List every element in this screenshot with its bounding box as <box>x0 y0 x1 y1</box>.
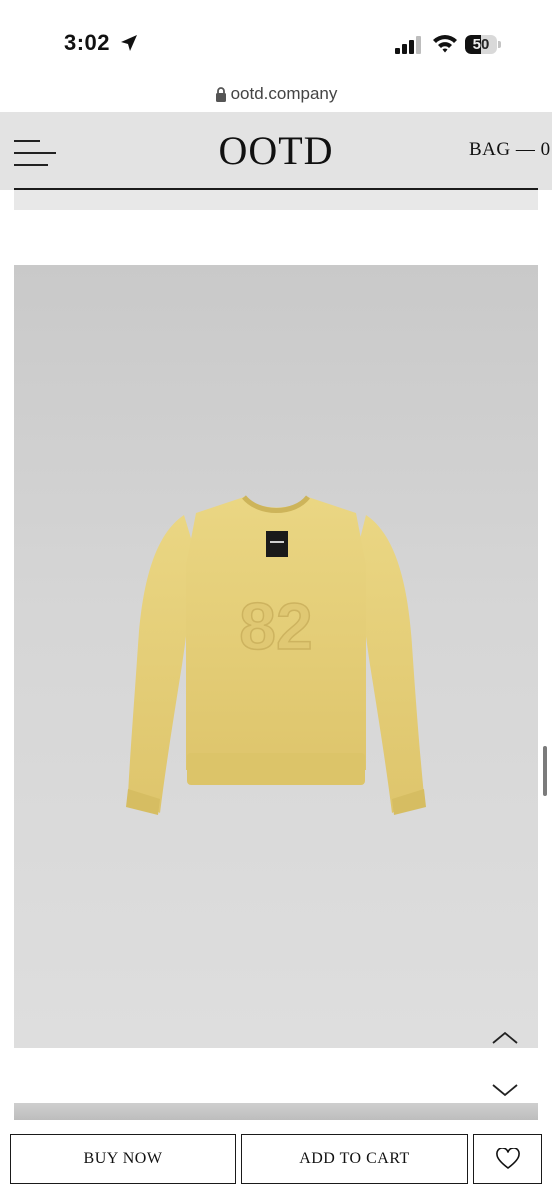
wifi-icon <box>433 35 457 53</box>
next-product-image <box>14 1103 538 1120</box>
add-to-cart-button[interactable]: ADD TO CART <box>241 1134 468 1184</box>
product-image[interactable]: 82 <box>14 265 538 1048</box>
chevron-down-icon[interactable] <box>490 1080 520 1100</box>
chevron-up-icon[interactable] <box>490 1028 520 1048</box>
status-time: 3:02 <box>64 30 111 55</box>
heart-icon <box>495 1148 520 1170</box>
bag-link[interactable]: BAG — 0 <box>469 139 551 161</box>
header-strip <box>14 190 538 210</box>
url-text: ootd.company <box>230 84 338 103</box>
url-bar[interactable]: ootd.company <box>0 84 552 112</box>
svg-text:82: 82 <box>239 589 312 663</box>
lock-icon <box>215 86 226 102</box>
battery-icon: 50 <box>465 35 501 54</box>
cellular-signal-icon <box>395 36 421 54</box>
location-arrow-icon <box>121 35 137 51</box>
buy-now-button[interactable]: BUY NOW <box>10 1134 236 1184</box>
scroll-indicator[interactable] <box>543 746 547 796</box>
status-bar: 3:02 50 <box>0 0 552 84</box>
sweater-image: 82 <box>126 495 426 815</box>
wishlist-button[interactable] <box>473 1134 542 1184</box>
battery-level: 50 <box>472 36 490 53</box>
